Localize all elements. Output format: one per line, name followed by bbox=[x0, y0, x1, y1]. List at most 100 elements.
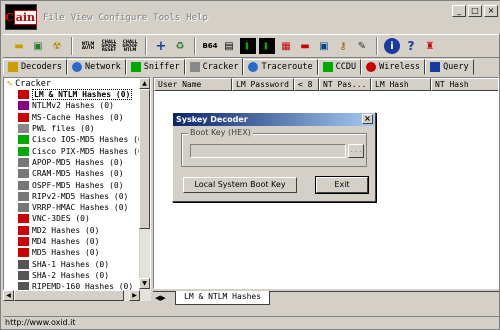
tab-network[interactable]: Network bbox=[66, 59, 126, 75]
tree-item-label: Cisco IOS-MD5 Hashes (0) bbox=[32, 135, 148, 145]
key-icon[interactable]: ⚷ bbox=[335, 38, 351, 54]
certificate-icon[interactable]: ▤ bbox=[221, 38, 237, 54]
tree-item[interactable]: Cisco IOS-MD5 Hashes (0) bbox=[4, 134, 150, 145]
tree-item[interactable]: NTLMv2 Hashes (0) bbox=[4, 100, 150, 111]
tree-items: LM & NTLM Hashes (0) NTLMv2 Hashes (0) MS-… bbox=[4, 89, 150, 292]
help-icon[interactable]: ? bbox=[403, 38, 419, 54]
tab-traceroute[interactable]: Traceroute bbox=[243, 59, 318, 75]
tree-item[interactable]: MD2 Hashes (0) bbox=[4, 225, 150, 236]
add-icon[interactable]: + bbox=[153, 38, 169, 54]
tab-query[interactable]: Query bbox=[425, 59, 474, 75]
cracker-icon bbox=[189, 62, 200, 72]
recycle-icon[interactable]: ♻ bbox=[172, 38, 188, 54]
chall-spoof-reset-button[interactable]: CHALL SPOOF RESET bbox=[100, 40, 118, 52]
minimize-button[interactable]: _ bbox=[452, 5, 466, 17]
toolbar-separator bbox=[145, 37, 147, 55]
boot-key-label: Boot Key (HEX) bbox=[188, 128, 253, 137]
tree-vertical-scrollbar[interactable]: ▲ ▼ bbox=[139, 78, 150, 300]
network-card-icon[interactable]: ▣ bbox=[30, 38, 46, 54]
scrollbar-thumb[interactable] bbox=[139, 89, 150, 229]
menu-configure[interactable]: Configure bbox=[98, 13, 147, 23]
tree-item[interactable]: APOP-MD5 Hashes (0) bbox=[4, 157, 150, 168]
cracker-tree[interactable]: ✎ Cracker LM & NTLM Hashes (0) NTLMv2 Has… bbox=[3, 77, 151, 301]
menu-view[interactable]: View bbox=[71, 13, 93, 23]
status-bar: http://www.oxid.it bbox=[3, 316, 499, 329]
user-icon[interactable]: ♜ bbox=[422, 38, 438, 54]
tab-ccdu[interactable]: CCDU bbox=[317, 59, 362, 75]
tree-horizontal-scrollbar[interactable]: ◀ ▶ bbox=[3, 290, 151, 301]
tree-item[interactable]: VRRP-HMAC Hashes (0) bbox=[4, 202, 150, 213]
tab-lm-ntlm-hashes[interactable]: LM & NTLM Hashes bbox=[175, 291, 271, 305]
scroll-up-arrow-icon[interactable]: ▲ bbox=[139, 78, 150, 89]
column-user-name[interactable]: User Name bbox=[154, 78, 232, 91]
ntlmv2-icon bbox=[18, 101, 29, 111]
lm-ntlm-icon bbox=[18, 90, 29, 100]
network-icon bbox=[71, 62, 82, 72]
scroll-down-arrow-icon[interactable]: ▼ bbox=[139, 278, 150, 289]
tab-wireless[interactable]: Wireless bbox=[361, 59, 426, 75]
exit-button[interactable]: Exit bbox=[315, 176, 369, 194]
local-system-boot-key-button[interactable]: Local System Boot Key bbox=[183, 177, 297, 193]
tree-root-cracker[interactable]: ✎ Cracker bbox=[4, 78, 150, 89]
wireless-icon bbox=[366, 62, 377, 72]
info-icon[interactable]: i bbox=[384, 38, 400, 54]
column-nt-password[interactable]: NT Pas... bbox=[319, 78, 371, 91]
browse-button[interactable]: ... bbox=[348, 144, 364, 158]
tree-item[interactable]: Cisco PIX-MD5 Hashes (0) bbox=[4, 145, 150, 156]
scrollbar-thumb[interactable] bbox=[14, 290, 124, 301]
tree-item[interactable]: SHA-1 Hashes (0) bbox=[4, 258, 150, 269]
dialog-close-button[interactable]: × bbox=[362, 114, 373, 124]
tree-item[interactable]: SHA-2 Hashes (0) bbox=[4, 270, 150, 281]
tree-item[interactable]: VNC-3DES (0) bbox=[4, 213, 150, 224]
vrrp-icon bbox=[18, 203, 29, 213]
column-lm-password[interactable]: LM Password bbox=[232, 78, 294, 91]
tree-item[interactable]: MD4 Hashes (0) bbox=[4, 236, 150, 247]
tree-item[interactable]: RIPv2-MD5 Hashes (0) bbox=[4, 191, 150, 202]
menu-bar: File View Configure Tools Help bbox=[43, 13, 208, 23]
cracker-icon: ✎ bbox=[7, 78, 13, 89]
terminal-icon[interactable]: ▌ bbox=[240, 38, 256, 54]
menu-tools[interactable]: Tools bbox=[153, 13, 180, 23]
password-icon[interactable]: ▣ bbox=[316, 38, 332, 54]
menu-help[interactable]: Help bbox=[186, 13, 208, 23]
column-nt-hash[interactable]: NT Hash bbox=[431, 78, 498, 91]
vnc-icon bbox=[18, 214, 29, 224]
rip-icon bbox=[18, 191, 29, 201]
tree-item-label: SHA-1 Hashes (0) bbox=[32, 259, 110, 269]
tree-item[interactable]: MS-Cache Hashes (0) bbox=[4, 112, 150, 123]
radiation-icon[interactable]: ☢ bbox=[49, 38, 65, 54]
tab-sniffer[interactable]: Sniffer bbox=[125, 59, 185, 75]
chall-spoof-ntlm-button[interactable]: CHALL SPOOF NTLM bbox=[121, 40, 139, 52]
boot-key-group: Boot Key (HEX) ... bbox=[181, 128, 367, 167]
boot-key-input[interactable] bbox=[190, 144, 346, 158]
column-less-than-8[interactable]: < 8 bbox=[294, 78, 319, 91]
title-bar: Cain File View Configure Tools Help _ □ … bbox=[1, 1, 500, 34]
tab-cracker[interactable]: Cracker bbox=[184, 58, 244, 75]
tree-item[interactable]: CRAM-MD5 Hashes (0) bbox=[4, 168, 150, 179]
maximize-button[interactable]: □ bbox=[468, 5, 482, 17]
menu-file[interactable]: File bbox=[43, 13, 65, 23]
tree-item-label: MD2 Hashes (0) bbox=[32, 225, 100, 235]
scroll-left-arrow-icon[interactable]: ◀ bbox=[3, 290, 14, 301]
lsa-icon[interactable]: ▦ bbox=[278, 38, 294, 54]
column-lm-hash[interactable]: LM Hash bbox=[371, 78, 431, 91]
tab-decoders[interactable]: Decoders bbox=[3, 59, 67, 75]
wizard-icon[interactable]: ✎ bbox=[354, 38, 370, 54]
sniffer-icon bbox=[130, 62, 141, 72]
tree-item[interactable]: PWL files (0) bbox=[4, 123, 150, 134]
tree-item[interactable]: MD5 Hashes (0) bbox=[4, 247, 150, 258]
open-folder-icon[interactable]: ▬ bbox=[11, 38, 27, 54]
hash-icon[interactable]: ▌ bbox=[259, 38, 275, 54]
tab-scroll-arrows-icon[interactable]: ◀▶ bbox=[155, 294, 166, 302]
card-icon[interactable]: ▬ bbox=[297, 38, 313, 54]
close-button[interactable]: × bbox=[484, 5, 498, 17]
mscache-icon bbox=[18, 112, 29, 122]
base64-icon[interactable]: B64 bbox=[202, 38, 218, 54]
ntlm-auth-button[interactable]: NTLM AUTH bbox=[79, 42, 97, 50]
tree-item[interactable]: LM & NTLM Hashes (0) bbox=[4, 89, 150, 101]
tree-item-label: CRAM-MD5 Hashes (0) bbox=[32, 169, 124, 179]
scroll-right-arrow-icon[interactable]: ▶ bbox=[129, 290, 140, 301]
tree-item-label: VNC-3DES (0) bbox=[32, 214, 90, 224]
cram-icon bbox=[18, 169, 29, 179]
tree-item[interactable]: OSPF-MD5 Hashes (0) bbox=[4, 179, 150, 190]
